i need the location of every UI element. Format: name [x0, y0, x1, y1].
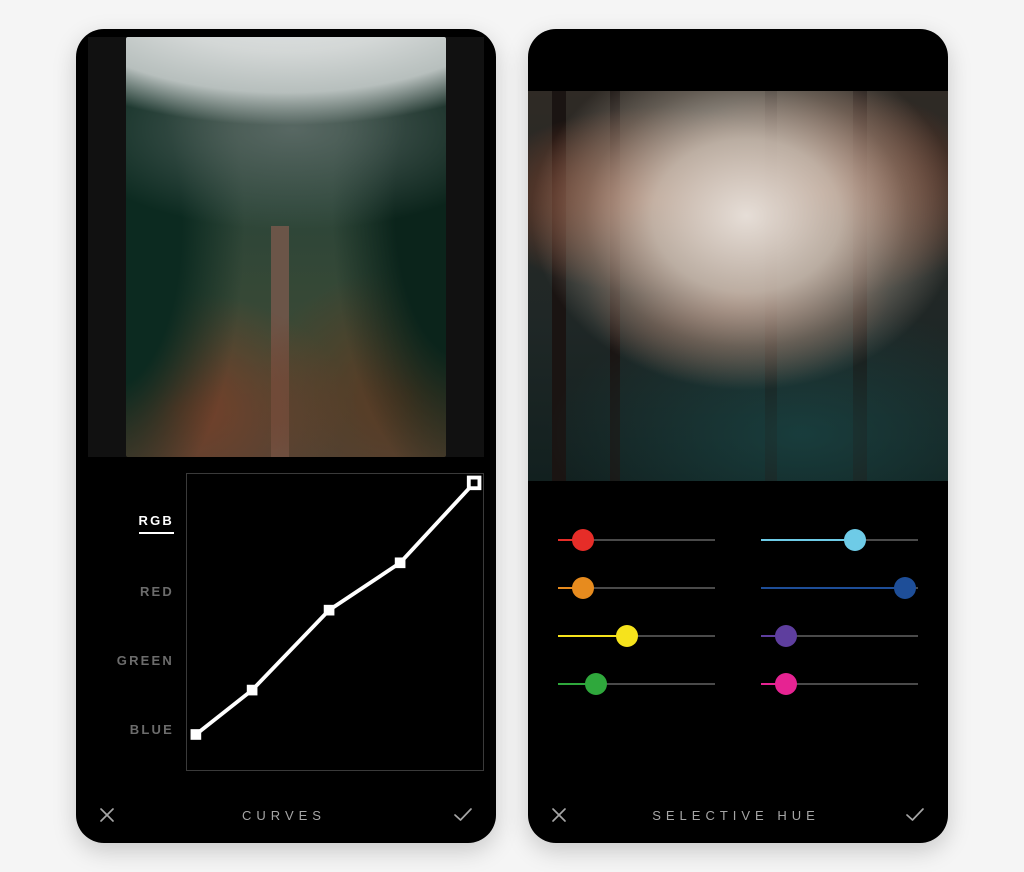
- panel-title: SELECTIVE HUE: [652, 808, 820, 823]
- hue-slider-red[interactable]: [558, 539, 715, 541]
- close-icon[interactable]: [98, 806, 116, 824]
- bottom-bar: CURVES: [76, 787, 496, 843]
- close-icon[interactable]: [550, 806, 568, 824]
- channel-tab-blue[interactable]: BLUE: [130, 722, 174, 741]
- curve-point[interactable]: [247, 685, 258, 696]
- preview-image: [528, 91, 948, 481]
- hue-slider-active-track: [761, 587, 905, 589]
- forest-path-photo: [126, 37, 446, 457]
- curve-point[interactable]: [469, 478, 480, 489]
- hue-slider-magenta[interactable]: [761, 683, 918, 685]
- hue-slider-green[interactable]: [558, 683, 715, 685]
- autumn-forest-photo: [528, 91, 948, 481]
- hue-sliders-panel: [528, 481, 948, 787]
- hue-slider-blue[interactable]: [761, 587, 918, 589]
- channel-tab-green[interactable]: GREEN: [117, 653, 174, 672]
- channel-tabs: RGB RED GREEN BLUE: [84, 473, 174, 787]
- curves-editor-screen: RGB RED GREEN BLUE CURVES: [76, 29, 496, 843]
- curve-point[interactable]: [395, 557, 406, 568]
- hue-slider-purple[interactable]: [761, 635, 918, 637]
- selective-hue-editor-screen: SELECTIVE HUE: [528, 29, 948, 843]
- curve-point[interactable]: [324, 605, 335, 616]
- hue-slider-handle[interactable]: [572, 577, 594, 599]
- hue-slider-cyan[interactable]: [761, 539, 918, 541]
- preview-image: [88, 37, 484, 457]
- hue-slider-handle[interactable]: [775, 625, 797, 647]
- curves-panel: RGB RED GREEN BLUE: [76, 465, 496, 787]
- hue-slider-orange[interactable]: [558, 587, 715, 589]
- check-icon[interactable]: [904, 806, 926, 824]
- curve-svg[interactable]: [187, 474, 483, 770]
- hue-slider-handle[interactable]: [894, 577, 916, 599]
- hue-slider-handle[interactable]: [616, 625, 638, 647]
- curve-point[interactable]: [191, 729, 202, 740]
- hue-slider-yellow[interactable]: [558, 635, 715, 637]
- channel-tab-rgb[interactable]: RGB: [139, 513, 175, 534]
- curve-graph[interactable]: [186, 473, 484, 771]
- hue-slider-handle[interactable]: [585, 673, 607, 695]
- hue-slider-handle[interactable]: [572, 529, 594, 551]
- check-icon[interactable]: [452, 806, 474, 824]
- channel-tab-red[interactable]: RED: [140, 584, 174, 603]
- hue-slider-active-track: [761, 539, 855, 541]
- bottom-bar: SELECTIVE HUE: [528, 787, 948, 843]
- curve-line: [196, 483, 474, 735]
- panel-title: CURVES: [242, 808, 326, 823]
- hue-slider-handle[interactable]: [844, 529, 866, 551]
- hue-slider-handle[interactable]: [775, 673, 797, 695]
